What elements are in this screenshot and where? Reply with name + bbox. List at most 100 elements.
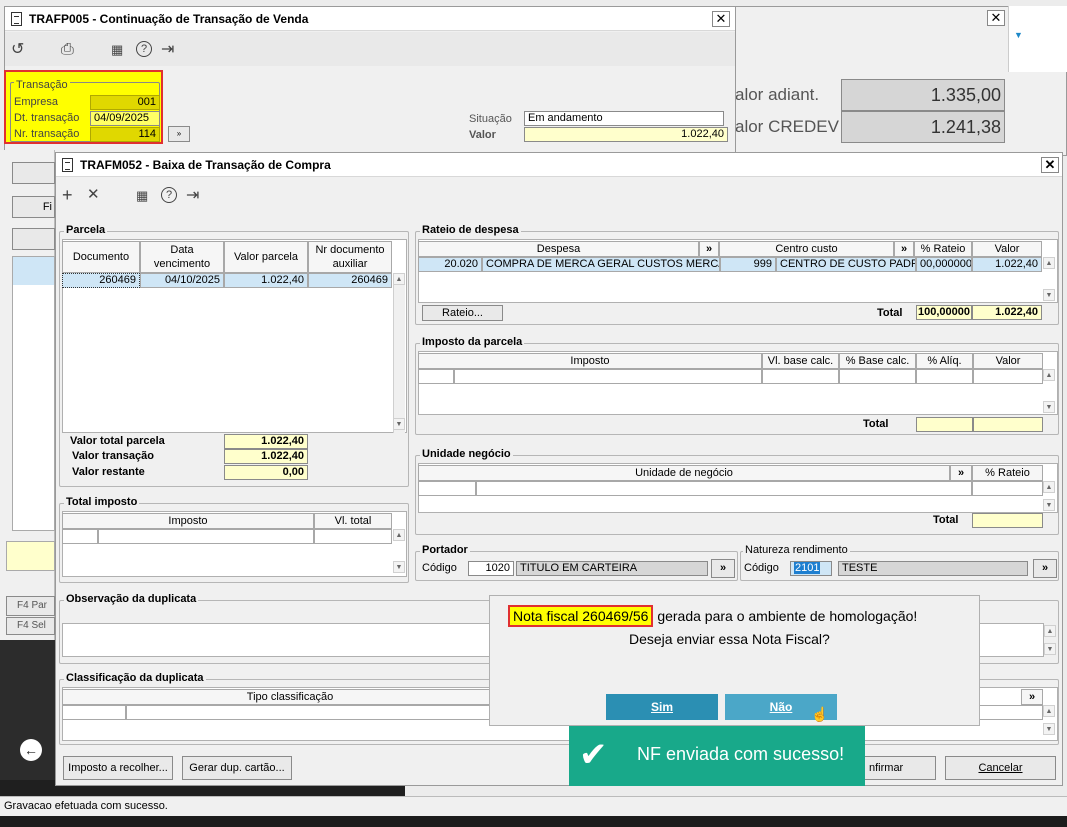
parcela-cell-valor[interactable]: 1.022,40 (224, 273, 308, 288)
imposto-parcela-scroll-up-icon[interactable]: ▲ (1043, 369, 1055, 381)
left-partial-button-2[interactable] (12, 228, 55, 250)
printer-icon[interactable]: ⎙ (61, 42, 74, 58)
lookup-button[interactable]: » (168, 126, 190, 142)
rateio-cell-valor[interactable]: 1.022,40 (972, 257, 1042, 272)
parcela-cell-data[interactable]: 04/10/2025 (140, 273, 224, 288)
back-window-close-button[interactable]: ✕ (712, 11, 730, 27)
rateio-header-despesa-lookup[interactable]: » (699, 241, 719, 257)
imposto-parcela-cell-5[interactable] (916, 369, 973, 384)
total-imposto-cell-1[interactable] (62, 529, 98, 544)
dt-transacao-field[interactable]: 04/09/2025 (90, 111, 160, 126)
nr-transacao-field[interactable]: 114 (90, 127, 160, 142)
portador-codigo-field[interactable]: 1020 (468, 561, 514, 576)
parcela-scroll-up-icon[interactable]: ▲ (393, 273, 405, 285)
rateio-scroll-up-icon[interactable]: ▲ (1043, 257, 1055, 269)
rateio-total-valor-field: 1.022,40 (972, 305, 1042, 320)
total-imposto-scroll-down-icon[interactable]: ▼ (393, 561, 405, 573)
total-imposto-cell-2[interactable] (98, 529, 314, 544)
nf-highlight: Nota fiscal 260469/56 (508, 605, 654, 627)
left-partial-button-fi[interactable]: Fi (12, 196, 55, 218)
situacao-select[interactable]: Em andamento (524, 111, 724, 126)
rateio-button[interactable]: Rateio... (422, 305, 503, 321)
empresa-field[interactable]: 001 (90, 95, 160, 110)
imposto-parcela-scroll-down-icon[interactable]: ▼ (1043, 401, 1055, 413)
unidade-cell-3[interactable] (972, 481, 1043, 496)
exit-icon[interactable]: ⇥ (161, 42, 174, 58)
f4-par-button[interactable]: F4 Par (6, 596, 55, 616)
rateio-cell-pct[interactable]: 00,000000 (916, 257, 972, 272)
undo-icon[interactable]: ↺ (11, 42, 24, 58)
total-imposto-header-imposto[interactable]: Imposto (62, 513, 314, 529)
dropdown-arrow-icon[interactable]: ▼ (1014, 30, 1023, 40)
rateio-cell-centro-code[interactable]: 999 (720, 257, 776, 272)
left-partial-button-1[interactable] (12, 162, 55, 184)
unidade-header-unidade[interactable]: Unidade de negócio (418, 465, 950, 481)
parcela-scroll-down-icon[interactable]: ▼ (393, 418, 405, 430)
rateio-header-valor[interactable]: Valor (972, 241, 1042, 257)
imposto-parcela-header-base[interactable]: Vl. base calc. (762, 353, 839, 369)
rateio-scroll-down-icon[interactable]: ▼ (1043, 289, 1055, 301)
imposto-parcela-cell-4[interactable] (839, 369, 916, 384)
cancelar-button[interactable]: Cancelar (945, 756, 1056, 780)
unidade-scroll-up-icon[interactable]: ▲ (1043, 481, 1055, 493)
back-nav-button[interactable]: ← (20, 739, 42, 761)
unidade-cell-1[interactable] (418, 481, 476, 496)
rateio-cell-despesa-name[interactable]: COMPRA DE MERCA GERAL CUSTOS MERCADO (482, 257, 720, 272)
total-imposto-header-vl-total[interactable]: Vl. total (314, 513, 392, 529)
rateio-header-despesa[interactable]: Despesa (418, 241, 699, 257)
unidade-header-pct[interactable]: % Rateio (972, 465, 1043, 481)
unidade-header-lookup[interactable]: » (950, 465, 972, 481)
dialog-message-rest: gerada para o ambiente de homologação! (653, 608, 918, 624)
main-window-close-button[interactable]: ✕ (1041, 157, 1059, 173)
imposto-parcela-cell-3[interactable] (762, 369, 839, 384)
imposto-parcela-header-aliq[interactable]: % Alíq. (916, 353, 973, 369)
total-imposto-scroll-up-icon[interactable]: ▲ (393, 529, 405, 541)
classificacao-cell-1[interactable] (62, 705, 126, 720)
total-imposto-cell-3[interactable] (314, 529, 392, 544)
unidade-scroll-down-icon[interactable]: ▼ (1043, 499, 1055, 511)
left-partial-table (12, 256, 55, 531)
imposto-recolher-button[interactable]: Imposto a recolher... (63, 756, 173, 780)
help-icon[interactable]: ? (136, 41, 152, 57)
rateio-header-pct[interactable]: % Rateio (914, 241, 972, 257)
parcela-scrollbar[interactable] (393, 273, 405, 433)
f4-sel-button[interactable]: F4 Sel (6, 617, 55, 635)
imposto-parcela-header-pct-base[interactable]: % Base calc. (839, 353, 916, 369)
classificacao-header-lookup[interactable]: » (1021, 689, 1043, 705)
rateio-header-centro-custo[interactable]: Centro custo (719, 241, 894, 257)
valor-transacao-label: Valor transação (72, 450, 154, 462)
delete-icon[interactable]: ✕ (87, 187, 100, 203)
parcela-cell-documento[interactable]: 260469 (62, 273, 140, 288)
rateio-header-centro-lookup[interactable]: » (894, 241, 914, 257)
parcela-cell-nr-aux[interactable]: 260469 (308, 273, 392, 288)
parcela-header-nr-documento[interactable]: Nr documento auxiliar (308, 241, 392, 273)
classificacao-header-tipo[interactable]: Tipo classificação (62, 689, 518, 705)
sim-button[interactable]: Sim (606, 694, 718, 720)
classificacao-scroll-down-icon[interactable]: ▼ (1043, 723, 1055, 735)
add-icon[interactable]: + (62, 186, 73, 204)
natureza-lookup-button[interactable]: » (1033, 559, 1057, 578)
exit-icon[interactable]: ⇥ (186, 188, 199, 204)
imposto-parcela-cell-6[interactable] (973, 369, 1043, 384)
gerar-dup-cartao-button[interactable]: Gerar dup. cartão... (182, 756, 292, 780)
help-icon[interactable]: ? (161, 187, 177, 203)
calendar-icon[interactable]: ▦ (111, 42, 123, 58)
unidade-cell-2[interactable] (476, 481, 972, 496)
observacao-scroll-down-icon[interactable]: ▼ (1044, 643, 1056, 655)
imposto-parcela-cell-1[interactable] (418, 369, 454, 384)
imposto-parcela-header-imposto[interactable]: Imposto (418, 353, 762, 369)
rateio-cell-centro-name[interactable]: CENTRO DE CUSTO PADRÃO (776, 257, 916, 272)
observacao-scroll-up-icon[interactable]: ▲ (1044, 625, 1056, 637)
parcela-header-data-vencimento[interactable]: Data vencimento (140, 241, 224, 273)
rateio-cell-despesa-code[interactable]: 20.020 (418, 257, 482, 272)
toast-text: NF enviada com sucesso! (637, 744, 845, 764)
right-window-close-button[interactable]: ✕ (987, 10, 1005, 26)
natureza-codigo-field[interactable]: 2101 (790, 561, 832, 576)
imposto-parcela-header-valor[interactable]: Valor (973, 353, 1043, 369)
portador-lookup-button[interactable]: » (711, 559, 735, 578)
parcela-header-documento[interactable]: Documento (62, 241, 140, 273)
calendar-icon[interactable]: ▦ (136, 188, 148, 204)
imposto-parcela-cell-2[interactable] (454, 369, 762, 384)
parcela-header-valor-parcela[interactable]: Valor parcela (224, 241, 308, 273)
classificacao-scroll-up-icon[interactable]: ▲ (1043, 705, 1055, 717)
